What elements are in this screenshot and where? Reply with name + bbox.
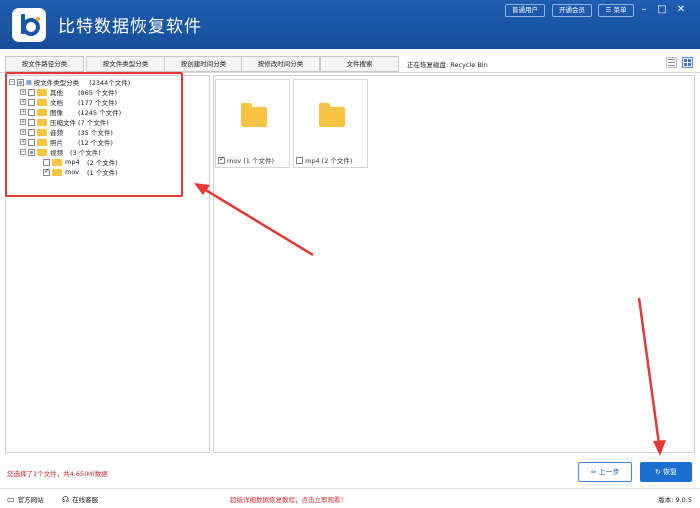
version-label: 版本: 9.0.5 xyxy=(658,496,692,504)
online-service-link[interactable]: ☊ 在线客服 xyxy=(62,494,99,505)
tutorial-promo-link[interactable]: 超级详细数据恢复教程，点击立即观看！ xyxy=(230,494,347,504)
recover-label: 恢复 xyxy=(663,468,678,476)
back-icon: ⇦ xyxy=(590,468,597,476)
arrow-to-recover xyxy=(637,297,661,445)
online-service-label: 在线客服 xyxy=(72,496,99,504)
prev-button[interactable]: ⇦ 上一步 xyxy=(578,462,632,482)
annotation-arrows xyxy=(194,183,666,456)
monitor-icon: ▭ xyxy=(7,494,15,504)
arrow-to-tree xyxy=(198,184,314,257)
footer: ▭ 官方网站 ☊ 在线客服 超级详细数据恢复教程，点击立即观看！ 版本: 9.0… xyxy=(0,488,700,508)
arrow-head xyxy=(653,440,666,456)
recover-button[interactable]: ↻ 恢复 xyxy=(640,462,692,482)
refresh-icon: ↻ xyxy=(654,468,661,476)
arrow-head xyxy=(194,183,210,195)
official-site-label: 官方网站 xyxy=(17,496,44,504)
selection-status: 您选择了1个文件，共4.65(M)数据 xyxy=(7,470,108,478)
official-site-link[interactable]: ▭ 官方网站 xyxy=(7,494,44,505)
prev-label: 上一步 xyxy=(598,468,620,476)
headset-icon: ☊ xyxy=(62,494,70,504)
